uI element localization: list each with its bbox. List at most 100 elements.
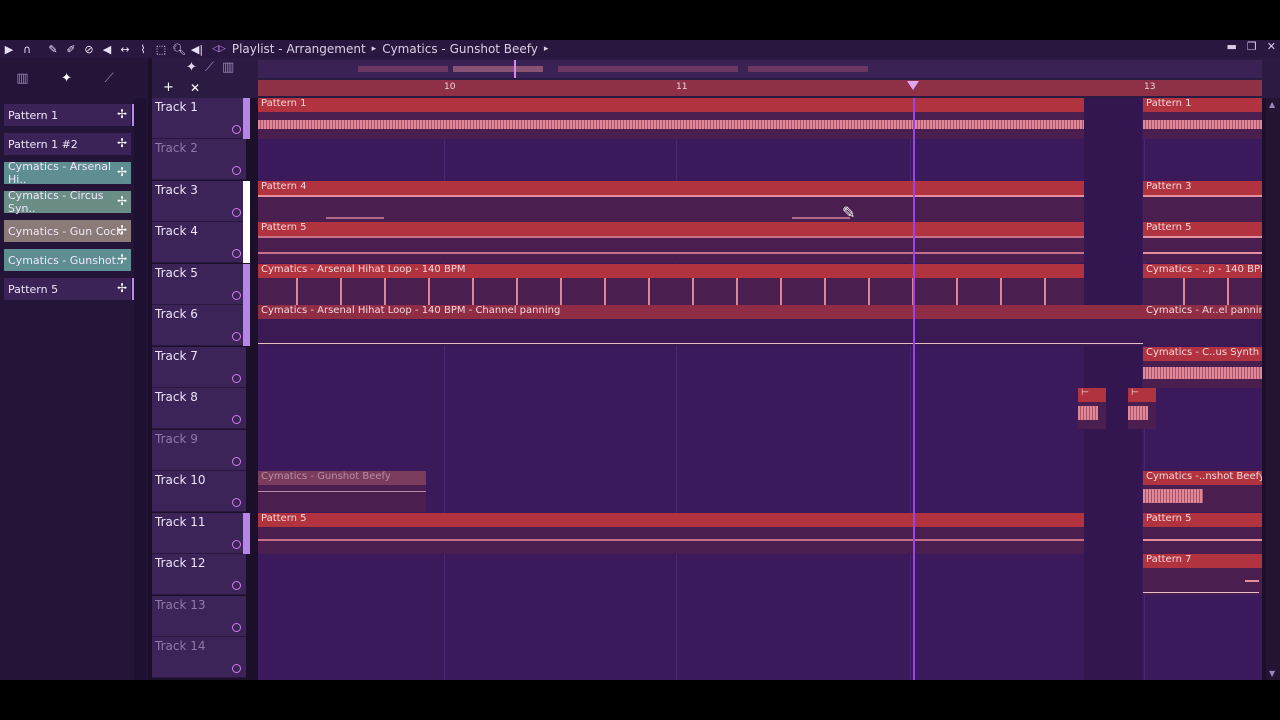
picker-item[interactable]: Cymatics - Circus Syn.. ✢ [4,189,131,215]
playhead-marker[interactable] [907,81,919,90]
record-dot-icon[interactable] [232,540,241,549]
record-dot-icon[interactable] [232,457,241,466]
picker-item-label: Pattern 5 [8,282,59,296]
track-header[interactable]: Track 7 [152,347,246,388]
track-header[interactable]: Track 5 [152,264,250,305]
close-icon[interactable]: ✕ [190,81,200,95]
overview-scrollbar[interactable] [258,60,1262,78]
picker-item[interactable]: Cymatics - Gun Cock ✢ [4,220,131,242]
automation-icon[interactable]: ⟋ [205,60,214,75]
audio-clip[interactable]: Cymatics - Gunshot Beefy [258,471,426,512]
pattern-clip[interactable]: Pattern 1 [1143,98,1262,139]
track-header[interactable]: Track 9 [152,430,246,471]
automation-clip[interactable]: Cymatics - Arsenal Hihat Loop - 140 BPM … [258,305,1143,346]
picker-item[interactable]: Pattern 1 #2 ✢ [4,133,131,155]
mute-icon[interactable]: ◀ [98,40,116,58]
pattern-clip[interactable]: Pattern 3 [1143,181,1262,222]
track-header[interactable]: Track 1 [152,98,250,139]
automation-clip[interactable]: Cymatics - Ar..el panning [1143,305,1262,346]
audio-clip[interactable]: ⊢ [1078,388,1106,429]
track-selector[interactable] [243,305,250,346]
record-dot-icon[interactable] [232,208,241,217]
record-dot-icon[interactable] [232,291,241,300]
close-icon[interactable]: ✕ [1267,40,1276,53]
record-dot-icon[interactable] [232,374,241,383]
picker-item-label: Pattern 1 [8,108,59,122]
delete-icon[interactable]: ⊘ [80,40,98,58]
pattern-clip[interactable]: Pattern 5 [1143,222,1262,263]
pattern-clip[interactable]: Pattern 4 [258,181,1084,222]
audio-clip[interactable]: Cymatics -..nshot Beefy [1143,471,1262,512]
audio-clip[interactable]: Cymatics - C..us Synth FX [1143,347,1262,388]
paint-brush-icon[interactable]: ✐ [62,40,80,58]
record-dot-icon[interactable] [232,125,241,134]
picker-item[interactable]: Pattern 1 ✢ [4,104,135,126]
scroll-down-icon[interactable]: ▼ [1269,669,1275,678]
audio-clip[interactable]: Cymatics - Arsenal Hihat Loop - 140 BPM [258,264,1084,305]
magnet-icon[interactable]: ∩ [18,40,36,58]
pattern-name[interactable]: Cymatics - Gunshot Beefy [382,42,538,56]
pattern-clip[interactable]: Pattern 7 [1143,554,1262,595]
pattern-clip[interactable]: Pattern 1 [258,98,1084,139]
track-header[interactable]: Track 4 [152,222,250,263]
track-header[interactable]: Track 3 [152,181,250,222]
pattern-clip[interactable]: Pattern 5 [258,222,1084,263]
record-dot-icon[interactable] [232,623,241,632]
minimize-icon[interactable]: ▬ [1227,40,1237,53]
slip-icon[interactable]: ↔ [116,40,134,58]
track-selector[interactable] [243,264,250,305]
zoom-icon[interactable]: 🔍︎ [170,40,188,58]
automation-icon[interactable]: ⟋ [105,71,114,86]
playback-icon[interactable]: ◀| [188,40,206,58]
track-header[interactable]: Track 10 [152,471,246,512]
pattern-clip[interactable]: Pattern 5 [258,513,1084,554]
track-header[interactable]: Track 2 [152,139,246,180]
pencil-icon[interactable]: ✎ [44,40,62,58]
track-selector[interactable] [243,181,250,222]
record-dot-icon[interactable] [232,664,241,673]
track-name: Track 14 [155,639,206,653]
note-line [258,236,1084,238]
scroll-up-icon[interactable]: ▲ [1269,100,1275,109]
arrows-icon[interactable]: ◁▷ [212,44,226,54]
clip-label: Cymatics - ..p - 140 BPM [1143,264,1262,278]
picker-item[interactable]: Pattern 5 ✢ [4,278,135,300]
maximize-icon[interactable]: ❐ [1247,40,1257,53]
picker-item[interactable]: Cymatics - Arsenal Hi.. ✢ [4,160,131,186]
record-dot-icon[interactable] [232,498,241,507]
track-selector[interactable] [243,222,250,263]
track-selector[interactable] [243,513,250,554]
record-dot-icon[interactable] [232,332,241,341]
pattern-clip[interactable]: Pattern 5 [1143,513,1262,554]
clip-body [258,195,1084,222]
time-ruler[interactable]: 10 11 13 [258,80,1262,96]
select-icon[interactable]: ⬚ [152,40,170,58]
piano-icon[interactable]: ▥ [16,71,28,86]
picker-item[interactable]: Cymatics - Gunshot.. ✢ [4,249,131,271]
waveform-icon[interactable]: ✦ [61,71,72,86]
piano-icon[interactable]: ▥ [222,60,234,75]
record-dot-icon[interactable] [232,581,241,590]
track-selector[interactable] [243,98,250,139]
track-header[interactable]: Track 8 [152,388,246,429]
track-header[interactable]: Track 13 [152,596,246,637]
track-header[interactable]: Track 12 [152,554,246,595]
arrangement-grid[interactable]: Pattern 1 Pattern 1 Pattern 4 Pattern 3 … [258,98,1262,680]
add-track-icon[interactable]: + [163,80,174,95]
record-dot-icon[interactable] [232,415,241,424]
play-arrow-icon[interactable]: ▶ [0,40,18,58]
waveform-icon[interactable]: ✦ [186,60,197,75]
record-dot-icon[interactable] [232,166,241,175]
vertical-scrollbar[interactable]: ▲ ▼ [1266,98,1280,680]
slice-icon[interactable]: ⌇ [134,40,152,58]
track-header[interactable]: Track 14 [152,637,246,678]
audio-clip[interactable]: Cymatics - ..p - 140 BPM [1143,264,1262,305]
picker-scrollbar[interactable] [134,98,146,680]
track-header[interactable]: Track 11 [152,513,250,554]
overview-viewport[interactable] [453,66,543,72]
track-header[interactable]: Track 6 [152,305,250,346]
audio-clip[interactable]: ⊢ [1128,388,1156,429]
breadcrumb-arrow-icon[interactable]: ▸ [544,44,549,54]
note-line [1143,195,1262,197]
record-dot-icon[interactable] [232,249,241,258]
